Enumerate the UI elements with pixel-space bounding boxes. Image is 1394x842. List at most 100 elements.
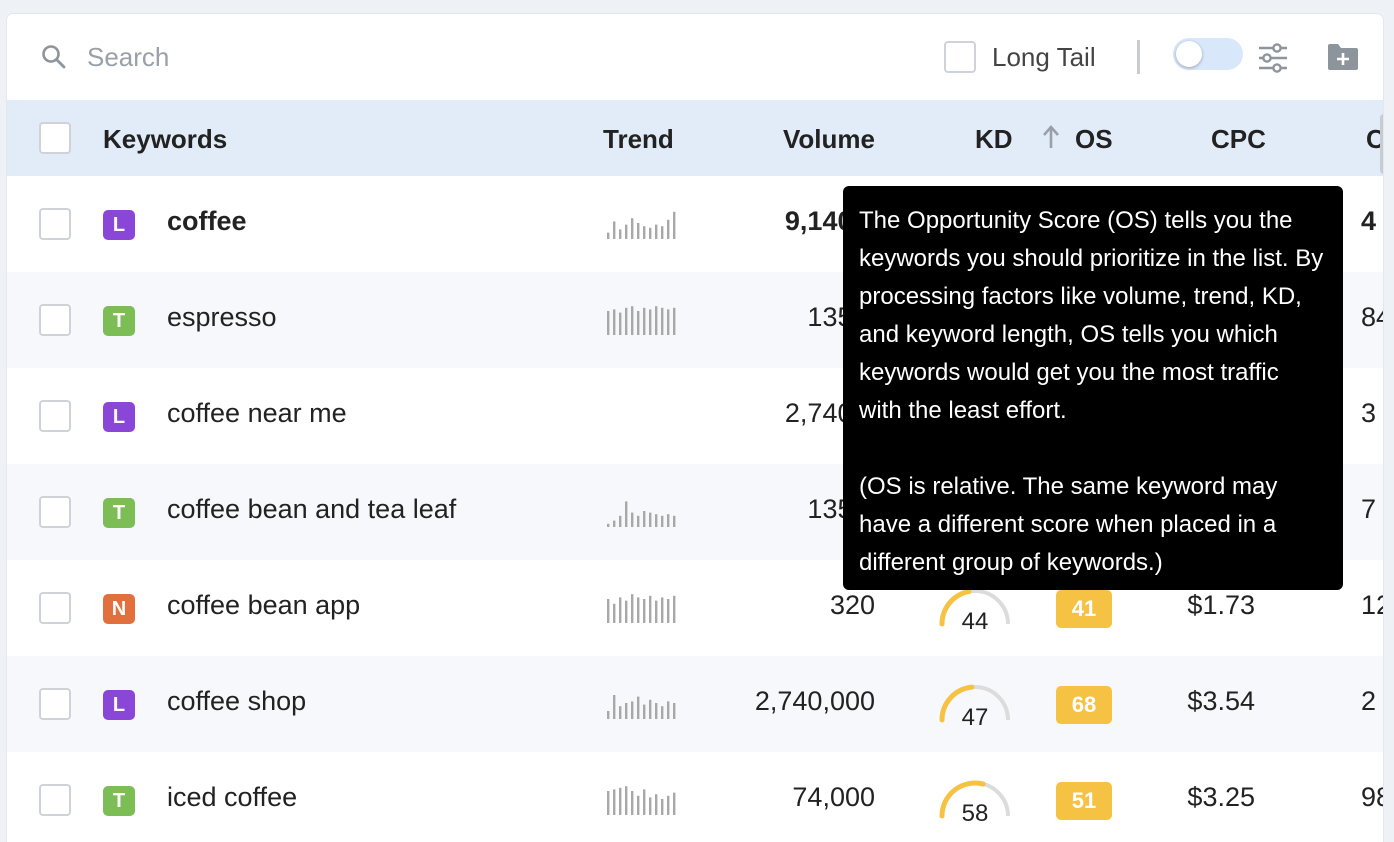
trend-bar xyxy=(631,218,634,239)
keyword-text[interactable]: coffee xyxy=(167,206,247,237)
trend-bar xyxy=(649,699,652,719)
search-intent-badge: T xyxy=(103,306,135,336)
trend-bar xyxy=(667,599,670,623)
column-header-kd[interactable]: KD xyxy=(975,124,1013,155)
kd-value: 58 xyxy=(961,800,989,827)
keyword-text[interactable]: espresso xyxy=(167,302,277,333)
volume-value: 2,740,000 xyxy=(754,686,875,716)
search-intent-badge: L xyxy=(103,210,135,240)
column-header-trend[interactable]: Trend xyxy=(603,124,674,155)
sort-ascending-arrow-icon[interactable] xyxy=(1041,124,1061,150)
kd-value: 47 xyxy=(961,704,989,731)
trend-bar xyxy=(673,515,676,527)
trend-bar xyxy=(643,307,646,335)
keyword-text[interactable]: coffee bean app xyxy=(167,590,360,621)
trend-bar xyxy=(607,711,610,719)
extra-column-value: 3 xyxy=(1361,398,1377,428)
trend-bar xyxy=(649,227,652,239)
trend-bar xyxy=(613,309,616,335)
table-row[interactable]: Lcoffee shop 2,740,000 47 68 $3.54 2 xyxy=(7,656,1383,752)
toolbar: Long Tail xyxy=(7,14,1383,100)
trend-bar xyxy=(637,696,640,719)
vertical-scrollbar[interactable] xyxy=(1380,114,1383,174)
trend-bar xyxy=(631,791,634,815)
trend-bar xyxy=(649,797,652,815)
trend-bar xyxy=(655,514,658,527)
trend-bar xyxy=(607,523,610,527)
extra-column-value: 84 xyxy=(1361,302,1383,332)
trend-bar xyxy=(625,501,628,527)
trend-bar xyxy=(667,219,670,239)
toggle-knob xyxy=(1176,41,1202,67)
trend-sparkline xyxy=(607,306,676,335)
trend-bar xyxy=(673,307,676,335)
column-header-os[interactable]: OS xyxy=(1075,124,1113,155)
select-all-checkbox[interactable] xyxy=(39,122,71,154)
tooltip-paragraph-1: The Opportunity Score (OS) tells you the… xyxy=(859,207,1324,424)
trend-sparkline xyxy=(607,594,676,623)
search-intent-badge: T xyxy=(103,498,135,528)
column-header-cpc[interactable]: CPC xyxy=(1211,124,1266,155)
trend-bar xyxy=(619,312,622,335)
trend-bar xyxy=(631,594,634,623)
filter-sliders-icon[interactable] xyxy=(1257,42,1289,74)
extra-column-value: 12 xyxy=(1361,590,1383,620)
keyword-text[interactable]: iced coffee xyxy=(167,782,297,813)
trend-bar xyxy=(607,232,610,239)
trend-bar xyxy=(655,224,658,239)
extra-column-value: 4 xyxy=(1361,206,1377,236)
trend-bar xyxy=(655,703,658,719)
column-header-keywords[interactable]: Keywords xyxy=(103,124,227,155)
view-toggle[interactable] xyxy=(1173,38,1243,70)
row-checkbox[interactable] xyxy=(39,304,71,336)
trend-bar xyxy=(673,703,676,719)
trend-bar xyxy=(625,307,628,335)
trend-bar xyxy=(619,787,622,815)
extra-column-value: 2 xyxy=(1361,686,1377,716)
trend-bar xyxy=(625,703,628,719)
row-checkbox[interactable] xyxy=(39,592,71,624)
trend-bar xyxy=(607,791,610,815)
opportunity-score-badge: 68 xyxy=(1056,686,1112,724)
opportunity-score-badge: 51 xyxy=(1056,782,1112,820)
trend-sparkline xyxy=(607,786,676,815)
trend-bar xyxy=(619,597,622,623)
trend-bar xyxy=(637,311,640,335)
table-header: Keywords Trend Volume KD OS CPC C xyxy=(7,100,1383,176)
add-folder-icon[interactable] xyxy=(1326,42,1360,72)
search-intent-badge: T xyxy=(103,786,135,816)
trend-sparkline xyxy=(607,211,676,239)
trend-bar xyxy=(625,786,628,815)
keyword-text[interactable]: coffee bean and tea leaf xyxy=(167,494,456,525)
trend-bar xyxy=(631,701,634,719)
row-checkbox[interactable] xyxy=(39,208,71,240)
trend-bar xyxy=(667,701,670,719)
row-checkbox[interactable] xyxy=(39,496,71,528)
long-tail-label: Long Tail xyxy=(992,42,1096,72)
search-input[interactable] xyxy=(87,36,487,78)
tooltip-paragraph-2: (OS is relative. The same keyword may ha… xyxy=(859,473,1278,576)
row-checkbox[interactable] xyxy=(39,784,71,816)
table-row[interactable]: Ticed coffee 74,000 58 51 $3.25 98 xyxy=(7,752,1383,842)
trend-bar xyxy=(661,307,664,335)
trend-bar xyxy=(613,789,616,815)
search-intent-badge: L xyxy=(103,690,135,720)
trend-bar xyxy=(643,226,646,239)
trend-bar xyxy=(673,211,676,239)
cpc-value: $1.73 xyxy=(1187,590,1255,620)
trend-bar xyxy=(613,695,616,719)
trend-bar xyxy=(619,229,622,239)
column-header-volume[interactable]: Volume xyxy=(783,124,875,155)
row-checkbox[interactable] xyxy=(39,688,71,720)
long-tail-checkbox[interactable] xyxy=(944,41,976,73)
volume-value: 320 xyxy=(829,590,875,620)
trend-sparkline xyxy=(607,695,676,719)
trend-bar xyxy=(619,706,622,719)
extra-column-value: 7 xyxy=(1361,494,1377,524)
trend-bar xyxy=(655,600,658,623)
trend-bar xyxy=(643,789,646,815)
search-intent-badge: N xyxy=(103,594,135,624)
row-checkbox[interactable] xyxy=(39,400,71,432)
keyword-text[interactable]: coffee near me xyxy=(167,398,347,429)
keyword-text[interactable]: coffee shop xyxy=(167,686,306,717)
